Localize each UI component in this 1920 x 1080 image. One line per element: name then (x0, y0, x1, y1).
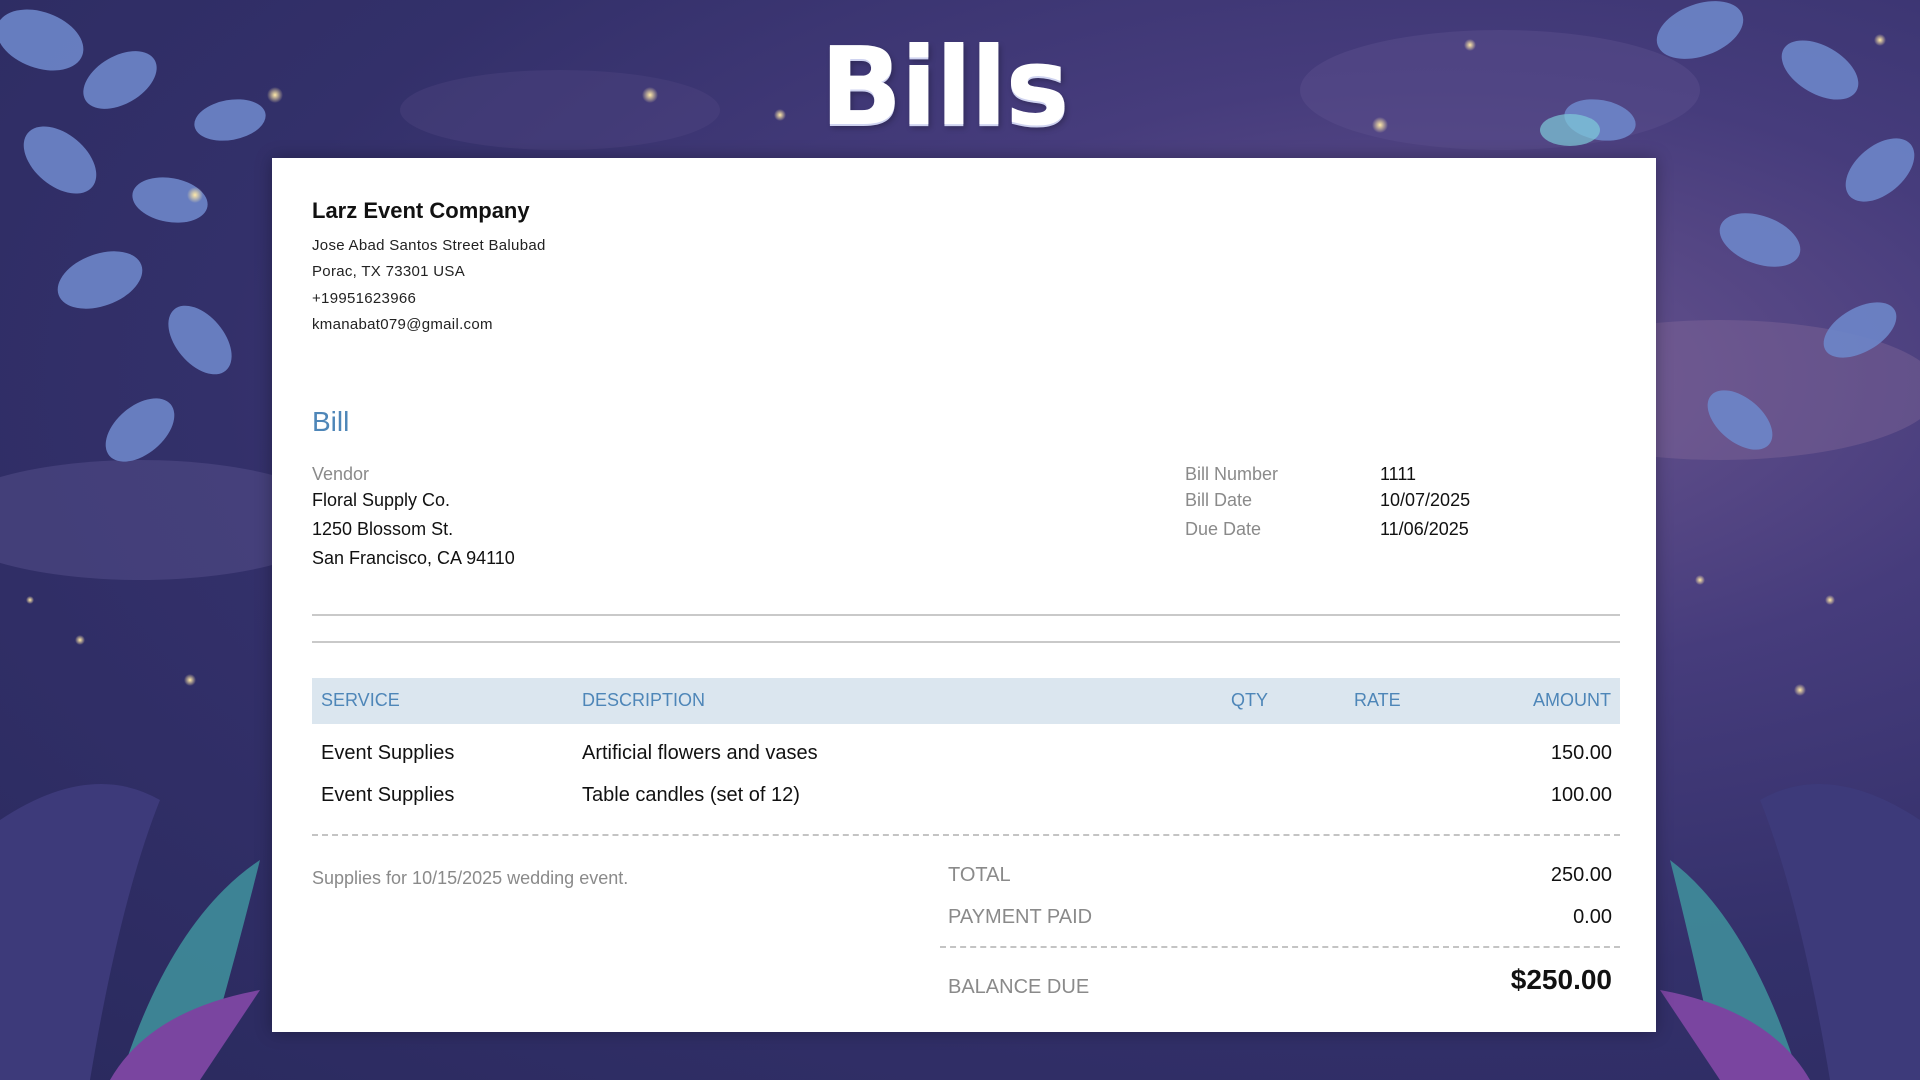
payment-paid-value: 0.00 (1573, 906, 1612, 928)
due-date-value: 11/06/2025 (1380, 519, 1469, 539)
bill-document: Larz Event Company Jose Abad Santos Stre… (272, 158, 1656, 1032)
row-service: Event Supplies (321, 784, 455, 806)
balance-due-label: BALANCE DUE (948, 976, 1090, 998)
column-header-amount: AMOUNT (1533, 690, 1611, 710)
vendor-label: Vendor (312, 464, 370, 484)
vendor-name: Floral Supply Co. (312, 490, 451, 510)
row-description: Table candles (set of 12) (582, 784, 800, 806)
total-label: TOTAL (948, 864, 1011, 886)
row-service: Event Supplies (321, 742, 455, 764)
column-header-service: SERVICE (321, 690, 400, 710)
dashed-divider (312, 834, 1620, 836)
row-amount: 150.00 (1550, 742, 1612, 764)
vendor-city: San Francisco, CA 94110 (312, 548, 515, 568)
company-address-line2: Porac, TX 73301 USA (312, 263, 466, 280)
company-name: Larz Event Company (312, 198, 530, 223)
bill-date-value: 10/07/2025 (1380, 490, 1471, 510)
bill-number-value: 1111 (1380, 464, 1417, 484)
vendor-street: 1250 Blossom St. (312, 519, 454, 539)
divider (312, 641, 1620, 643)
balance-due-value: $250.00 (1510, 964, 1612, 995)
company-address-line1: Jose Abad Santos Street Balubad (312, 237, 546, 254)
company-phone: +19951623966 (312, 290, 417, 307)
banner-title: Bills (820, 25, 1070, 150)
column-header-description: DESCRIPTION (582, 690, 706, 710)
payment-paid-label: PAYMENT PAID (948, 906, 1093, 928)
due-date-label: Due Date (1185, 519, 1262, 539)
column-header-qty: QTY (1231, 690, 1269, 710)
dashed-divider (940, 946, 1620, 948)
column-header-rate: RATE (1354, 690, 1401, 710)
divider (312, 614, 1620, 616)
bill-date-label: Bill Date (1185, 490, 1253, 510)
row-amount: 100.00 (1550, 784, 1612, 806)
total-value: 250.00 (1550, 864, 1612, 886)
bill-note: Supplies for 10/15/2025 wedding event. (312, 868, 629, 888)
row-description: Artificial flowers and vases (582, 742, 818, 764)
table-header: SERVICE DESCRIPTION QTY RATE AMOUNT (312, 678, 1620, 724)
document-title: Bill (312, 406, 350, 437)
bill-number-label: Bill Number (1185, 464, 1279, 484)
company-email: kmanabat079@gmail.com (312, 316, 493, 333)
